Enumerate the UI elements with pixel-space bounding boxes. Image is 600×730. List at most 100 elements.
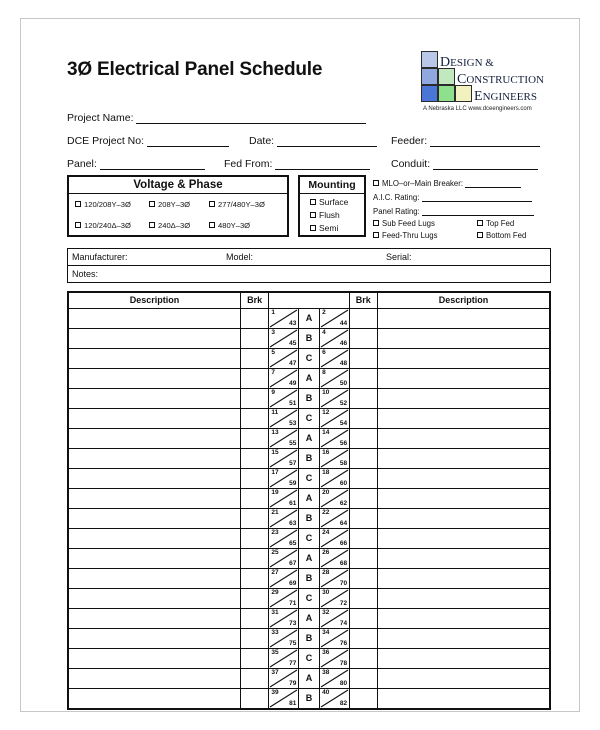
cell-description-left[interactable] — [67, 487, 241, 509]
cell-brk-right[interactable] — [348, 667, 378, 689]
cell-description-right[interactable] — [376, 527, 551, 549]
cell-description-left[interactable] — [67, 307, 241, 329]
field-dce-project-no[interactable]: DCE Project No: — [67, 135, 229, 147]
field-panel-rating[interactable]: Panel Rating: — [373, 205, 534, 216]
cell-brk-right[interactable] — [348, 367, 378, 389]
cell-description-left[interactable] — [67, 427, 241, 449]
field-fed-from[interactable]: Fed From: — [224, 158, 371, 170]
cell-brk-right[interactable] — [348, 427, 378, 449]
equipment-row[interactable]: Manufacturer: Model: Serial: — [67, 248, 551, 266]
cell-description-left[interactable] — [67, 627, 241, 649]
cell-description-right[interactable] — [376, 347, 551, 369]
voltage-option-1[interactable]: 208Y–3Ø — [149, 200, 190, 209]
cell-description-right[interactable] — [376, 427, 551, 449]
cell-description-left[interactable] — [67, 687, 241, 709]
cell-brk-left[interactable] — [239, 667, 270, 689]
cell-brk-left[interactable] — [239, 467, 270, 489]
checkbox-voltage-5[interactable] — [209, 222, 215, 228]
cell-description-left[interactable] — [67, 647, 241, 669]
checkbox-mounting-flush[interactable] — [310, 212, 316, 218]
checkbox-feed-thru-lugs[interactable] — [373, 232, 379, 238]
cell-brk-left[interactable] — [239, 487, 270, 509]
checkbox-mlo-main-breaker[interactable] — [373, 180, 379, 186]
cell-brk-left[interactable] — [239, 307, 270, 329]
cell-brk-left[interactable] — [239, 387, 270, 409]
field-mlo-main-breaker[interactable]: MLO–or–Main Breaker: — [373, 177, 522, 188]
cell-brk-right[interactable] — [348, 507, 378, 529]
cell-description-left[interactable] — [67, 447, 241, 469]
cell-brk-right[interactable] — [348, 687, 378, 709]
checkbox-voltage-1[interactable] — [149, 201, 155, 207]
cell-description-left[interactable] — [67, 327, 241, 349]
cell-brk-right[interactable] — [348, 547, 378, 569]
cell-description-right[interactable] — [376, 547, 551, 569]
mounting-option-semi[interactable]: Semi — [310, 223, 338, 233]
cell-brk-right[interactable] — [348, 307, 378, 329]
field-conduit[interactable]: Conduit: — [391, 158, 539, 170]
cell-brk-left[interactable] — [239, 327, 270, 349]
field-project-name[interactable]: Project Name: — [67, 112, 367, 124]
input-conduit[interactable] — [433, 159, 539, 170]
checkbox-mounting-semi[interactable] — [310, 225, 316, 231]
cell-brk-right[interactable] — [348, 447, 378, 469]
mounting-option-flush[interactable]: Flush — [310, 210, 340, 220]
option-sub-feed-lugs[interactable]: Sub Feed Lugs — [373, 219, 435, 228]
cell-brk-left[interactable] — [239, 427, 270, 449]
option-top-fed[interactable]: Top Fed — [477, 219, 514, 228]
cell-description-left[interactable] — [67, 387, 241, 409]
cell-brk-left[interactable] — [239, 347, 270, 369]
checkbox-voltage-4[interactable] — [149, 222, 155, 228]
cell-brk-left[interactable] — [239, 407, 270, 429]
input-fed-from[interactable] — [275, 159, 371, 170]
cell-description-left[interactable] — [67, 667, 241, 689]
option-bottom-fed[interactable]: Bottom Fed — [477, 231, 526, 240]
cell-brk-right[interactable] — [348, 467, 378, 489]
cell-brk-right[interactable] — [348, 647, 378, 669]
field-panel[interactable]: Panel: — [67, 158, 205, 170]
mounting-option-surface[interactable]: Surface — [310, 197, 348, 207]
cell-brk-right[interactable] — [348, 327, 378, 349]
cell-description-left[interactable] — [67, 407, 241, 429]
cell-brk-left[interactable] — [239, 367, 270, 389]
cell-description-right[interactable] — [376, 387, 551, 409]
cell-description-left[interactable] — [67, 527, 241, 549]
voltage-option-3[interactable]: 120/240Δ–3Ø — [75, 221, 131, 230]
cell-brk-right[interactable] — [348, 627, 378, 649]
cell-description-left[interactable] — [67, 587, 241, 609]
cell-description-left[interactable] — [67, 567, 241, 589]
checkbox-voltage-0[interactable] — [75, 201, 81, 207]
voltage-option-2[interactable]: 277/480Y–3Ø — [209, 200, 265, 209]
input-aic-rating[interactable] — [421, 191, 532, 202]
field-feeder[interactable]: Feeder: — [391, 135, 541, 147]
cell-brk-right[interactable] — [348, 527, 378, 549]
cell-brk-right[interactable] — [348, 387, 378, 409]
notes-row[interactable]: Notes: — [67, 266, 551, 283]
cell-brk-right[interactable] — [348, 567, 378, 589]
cell-brk-left[interactable] — [239, 507, 270, 529]
cell-description-right[interactable] — [376, 367, 551, 389]
cell-description-right[interactable] — [376, 447, 551, 469]
cell-description-right[interactable] — [376, 627, 551, 649]
cell-description-right[interactable] — [376, 407, 551, 429]
cell-description-right[interactable] — [376, 487, 551, 509]
cell-brk-left[interactable] — [239, 547, 270, 569]
input-mlo-main-breaker[interactable] — [465, 177, 522, 188]
cell-description-right[interactable] — [376, 587, 551, 609]
cell-brk-right[interactable] — [348, 347, 378, 369]
cell-description-right[interactable] — [376, 467, 551, 489]
cell-brk-left[interactable] — [239, 627, 270, 649]
cell-description-right[interactable] — [376, 667, 551, 689]
cell-brk-left[interactable] — [239, 587, 270, 609]
cell-brk-left[interactable] — [239, 607, 270, 629]
checkbox-voltage-2[interactable] — [209, 201, 215, 207]
input-date[interactable] — [277, 136, 378, 147]
cell-description-right[interactable] — [376, 307, 551, 329]
cell-brk-left[interactable] — [239, 567, 270, 589]
cell-description-right[interactable] — [376, 687, 551, 709]
field-date[interactable]: Date: — [249, 135, 378, 147]
cell-description-right[interactable] — [376, 607, 551, 629]
cell-description-right[interactable] — [376, 647, 551, 669]
checkbox-voltage-3[interactable] — [75, 222, 81, 228]
cell-description-right[interactable] — [376, 327, 551, 349]
cell-brk-right[interactable] — [348, 587, 378, 609]
